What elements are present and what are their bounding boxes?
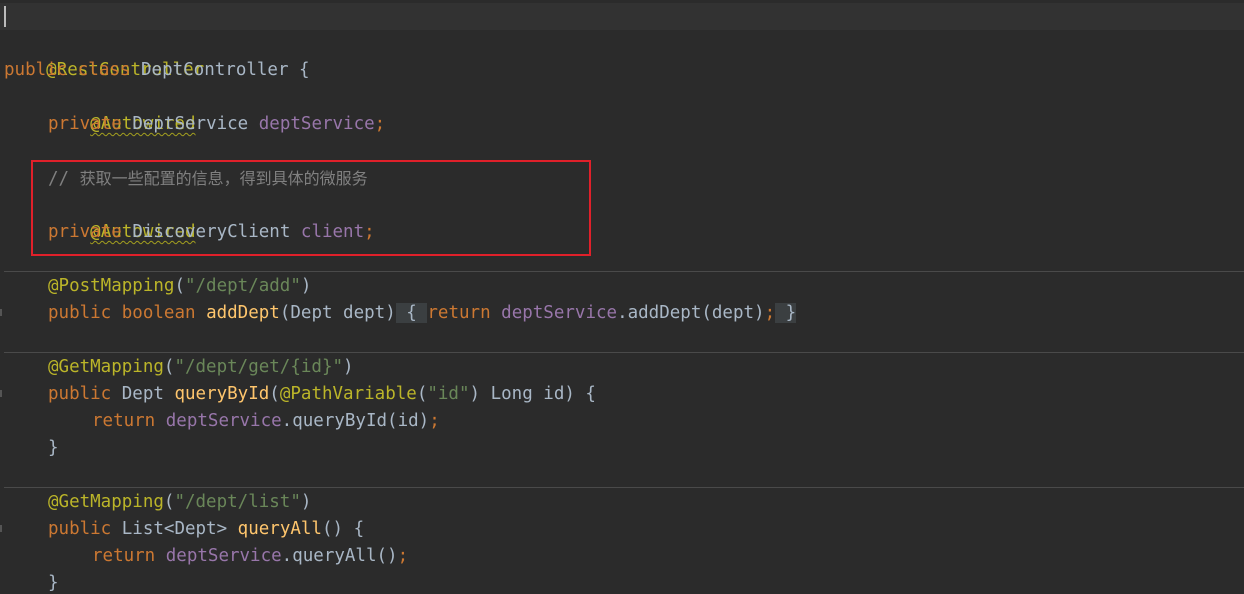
current-line-highlight [0, 3, 1244, 30]
list-params: () { [321, 519, 365, 539]
get-param-annotation: @PathVariable [279, 384, 417, 404]
code-line-field1-annotation[interactable]: @Autowired [48, 84, 195, 134]
code-line-class-declaration[interactable]: public class DeptController { [4, 57, 310, 84]
get-param-key: "id" [427, 384, 470, 404]
add-open-brace[interactable]: { [406, 303, 417, 323]
list-call: .queryAll() [281, 546, 398, 566]
add-return-type: boolean [121, 303, 196, 323]
fold-marker[interactable] [0, 390, 2, 397]
keyword-public: public [4, 60, 68, 80]
get-public: public [48, 384, 112, 404]
code-line-list-annotation[interactable]: @GetMapping("/dept/list") [48, 489, 311, 516]
code-line-add-annotation[interactable]: @PostMapping("/dept/add") [48, 273, 311, 300]
method-separator [4, 271, 1244, 272]
code-line-class-annotation[interactable]: @RestController [4, 30, 204, 80]
code-line-add-method[interactable]: public boolean addDept(Dept dept) { retu… [48, 300, 797, 327]
add-public: public [48, 303, 112, 323]
code-line-get-annotation[interactable]: @GetMapping("/dept/get/{id}") [48, 354, 354, 381]
code-line-field1-declaration[interactable]: private DeptService deptService; [48, 111, 385, 138]
add-receiver: deptService [501, 303, 618, 323]
text-caret [4, 6, 6, 27]
code-line-list-return[interactable]: return deptService.queryAll(); [92, 543, 408, 570]
list-receiver: deptService [165, 546, 282, 566]
list-method-name: queryAll [237, 519, 322, 539]
code-editor[interactable]: @RestController public class DeptControl… [0, 0, 1244, 594]
method-separator [4, 352, 1244, 353]
get-return-type: Dept [121, 384, 164, 404]
highlight-box [31, 160, 591, 256]
fold-marker[interactable] [0, 309, 2, 316]
list-close-brace: } [48, 573, 59, 593]
get-method-name: queryById [174, 384, 270, 404]
list-return-type: List<Dept> [121, 519, 228, 539]
field1-name: deptService [258, 114, 375, 134]
list-public: public [48, 519, 112, 539]
add-close-brace[interactable]: } [786, 303, 797, 323]
add-return-keyword: return [427, 303, 491, 323]
class-name: DeptController [141, 60, 289, 80]
list-path-string: "/dept/list" [174, 492, 301, 512]
get-receiver: deptService [165, 411, 282, 431]
get-close-brace: } [48, 438, 59, 458]
add-method-name: addDept [206, 303, 280, 323]
add-annotation: @PostMapping [48, 276, 175, 296]
list-semicolon: ; [397, 546, 409, 566]
get-path-string: "/dept/get/{id}" [174, 357, 344, 377]
code-line-list-close[interactable]: } [48, 570, 59, 594]
field1-modifier: private [48, 114, 122, 134]
keyword-class: class [77, 60, 131, 80]
code-line-get-return[interactable]: return deptService.queryById(id); [92, 408, 440, 435]
list-annotation: @GetMapping [48, 492, 164, 512]
list-return-keyword: return [92, 546, 156, 566]
get-call: .queryById(id) [281, 411, 430, 431]
add-semicolon: ; [764, 303, 776, 323]
get-semicolon: ; [429, 411, 440, 431]
method-separator [4, 487, 1244, 488]
fold-marker[interactable] [0, 525, 2, 532]
code-line-get-method[interactable]: public Dept queryById(@PathVariable("id"… [48, 381, 596, 408]
field1-type: DeptService [132, 114, 249, 134]
get-return-keyword: return [92, 411, 156, 431]
get-annotation: @GetMapping [48, 357, 164, 377]
add-call: .addDept(dept) [617, 303, 765, 323]
field1-semicolon: ; [374, 114, 386, 134]
code-line-get-close[interactable]: } [48, 435, 59, 462]
get-param-rest: Long id) { [480, 384, 596, 404]
add-params: (Dept dept) [279, 303, 396, 323]
class-open-brace: { [288, 60, 310, 80]
code-line-list-method[interactable]: public List<Dept> queryAll() { [48, 516, 364, 543]
add-path-string: "/dept/add" [184, 276, 301, 296]
